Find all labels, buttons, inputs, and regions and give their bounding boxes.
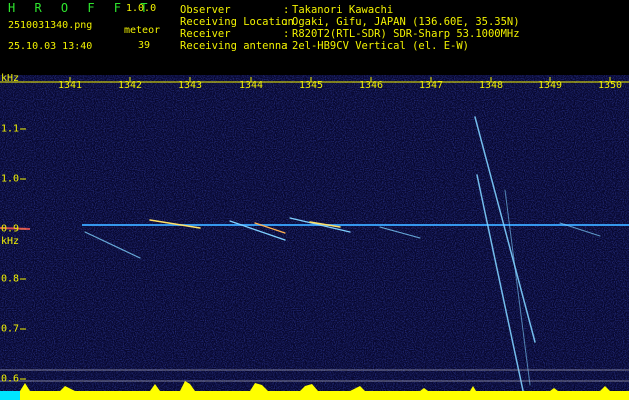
spectrogram <box>0 75 629 400</box>
x-tick-1349: 1349 <box>537 80 563 91</box>
x-tick-1343: 1343 <box>177 80 203 91</box>
header-panel: H R O F F T 1.0.0 2510031340.png meteor … <box>0 0 629 62</box>
receiver-value: R820T2(RTL-SDR) SDR-Sharp 53.1000MHz <box>292 28 520 40</box>
antenna-separator: : <box>283 40 290 52</box>
location-value: Ogaki, Gifu, JAPAN (136.60E, 35.35N) <box>292 16 520 28</box>
noise-texture <box>0 75 629 400</box>
meteor-label: meteor <box>124 25 161 36</box>
y-tick-1-0: 1.0 <box>1 173 20 185</box>
image-filename: 2510031340.png <box>8 20 93 31</box>
app-version: 1.0.0 <box>126 3 157 14</box>
receiver-label: Receiver <box>180 28 231 40</box>
meteor-count: 39 <box>138 40 151 51</box>
x-tick-1346: 1346 <box>358 80 384 91</box>
observer-separator: : <box>283 4 290 16</box>
x-tick-1350: 1350 <box>597 80 623 91</box>
x-tick-1348: 1348 <box>478 80 504 91</box>
observer-value: Takanori Kawachi <box>292 4 394 16</box>
x-tick-1345: 1345 <box>298 80 324 91</box>
observer-label: Observer <box>180 4 231 16</box>
y-tick-1-1: 1.1 <box>1 123 20 135</box>
location-label: Receiving Location <box>180 16 294 28</box>
x-tick-1341: 1341 <box>57 80 83 91</box>
axis-unit-side: kHz <box>1 236 20 247</box>
receiver-separator: : <box>283 28 290 40</box>
antenna-label: Receiving antenna <box>180 40 288 52</box>
y-tick-0-7: 0.7 <box>1 323 20 335</box>
x-tick-1347: 1347 <box>418 80 444 91</box>
x-tick-1342: 1342 <box>117 80 143 91</box>
y-tick-0-9: 0.9 <box>1 223 20 235</box>
y-tick-0-6: 0.6 <box>1 373 20 385</box>
antenna-value: 2el-HB9CV Vertical (el. E-W) <box>292 40 470 52</box>
x-tick-1344: 1344 <box>238 80 264 91</box>
axis-unit-top: kHz <box>1 73 20 84</box>
y-tick-0-8: 0.8 <box>1 273 20 285</box>
timestamp: 25.10.03 13:40 <box>8 41 93 52</box>
location-separator: : <box>283 16 290 28</box>
